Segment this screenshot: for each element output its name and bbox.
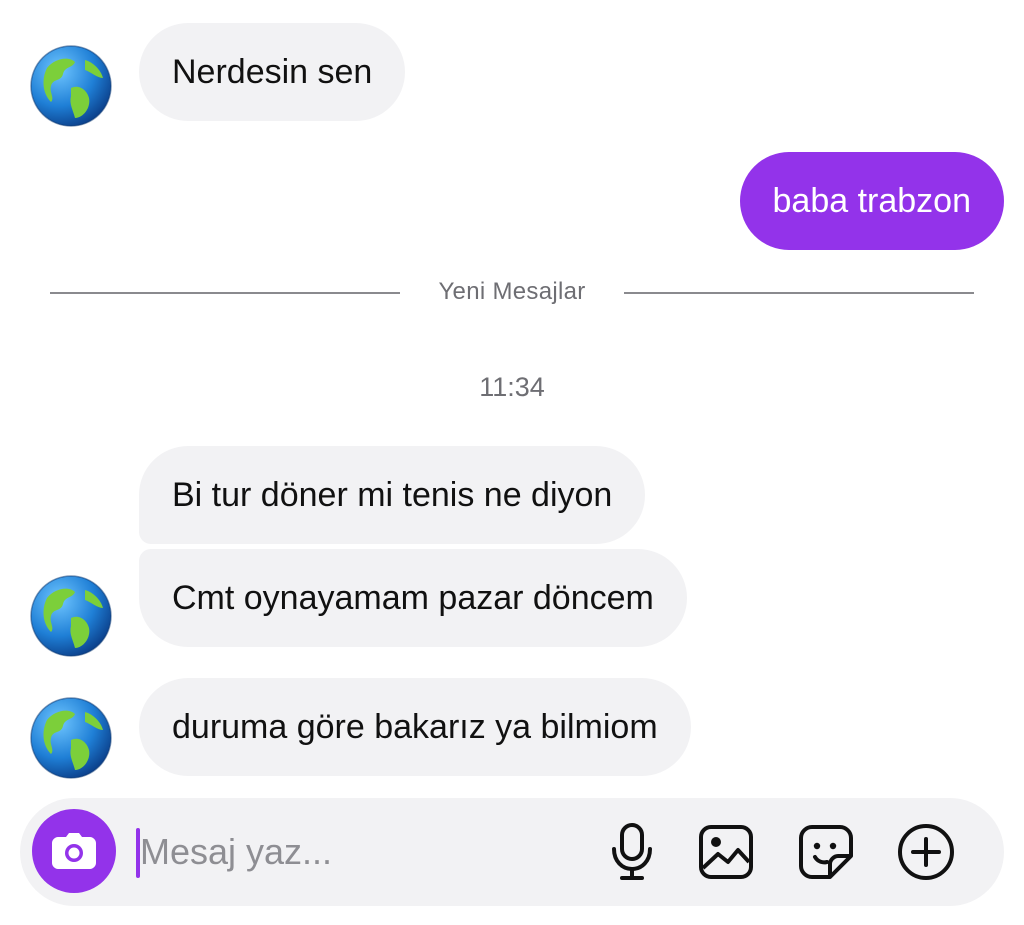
message-composer <box>20 798 1004 906</box>
sticker-button[interactable] <box>796 822 856 882</box>
sender-avatar[interactable] <box>29 44 113 128</box>
gallery-button[interactable] <box>696 822 756 882</box>
message-bubble-incoming[interactable]: Cmt oynayamam pazar döncem <box>139 549 687 647</box>
earth-globe-icon <box>30 45 112 127</box>
message-timestamp: 11:34 <box>479 372 545 402</box>
microphone-button[interactable] <box>602 822 662 882</box>
message-bubble-incoming[interactable]: duruma göre bakarız ya bilmiom <box>139 678 691 776</box>
divider-line-right <box>624 292 974 294</box>
message-input[interactable] <box>140 826 580 878</box>
camera-icon <box>52 833 96 869</box>
camera-button[interactable] <box>32 809 116 893</box>
message-bubble-incoming[interactable]: Bi tur döner mi tenis ne diyon <box>139 446 646 544</box>
new-messages-divider-label: Yeni Mesajlar <box>438 278 586 305</box>
divider-line-left <box>50 292 400 294</box>
add-circle-icon <box>898 824 954 880</box>
image-icon <box>699 825 753 879</box>
sender-avatar[interactable] <box>29 696 113 780</box>
earth-globe-icon <box>30 697 112 779</box>
message-bubble-outgoing[interactable]: baba trabzon <box>739 152 1004 250</box>
add-button[interactable] <box>896 822 956 882</box>
microphone-icon <box>612 823 652 880</box>
sticker-icon <box>799 825 853 879</box>
sender-avatar[interactable] <box>29 574 113 658</box>
message-bubble-incoming[interactable]: Nerdesin sen <box>139 23 406 121</box>
earth-globe-icon <box>30 575 112 657</box>
